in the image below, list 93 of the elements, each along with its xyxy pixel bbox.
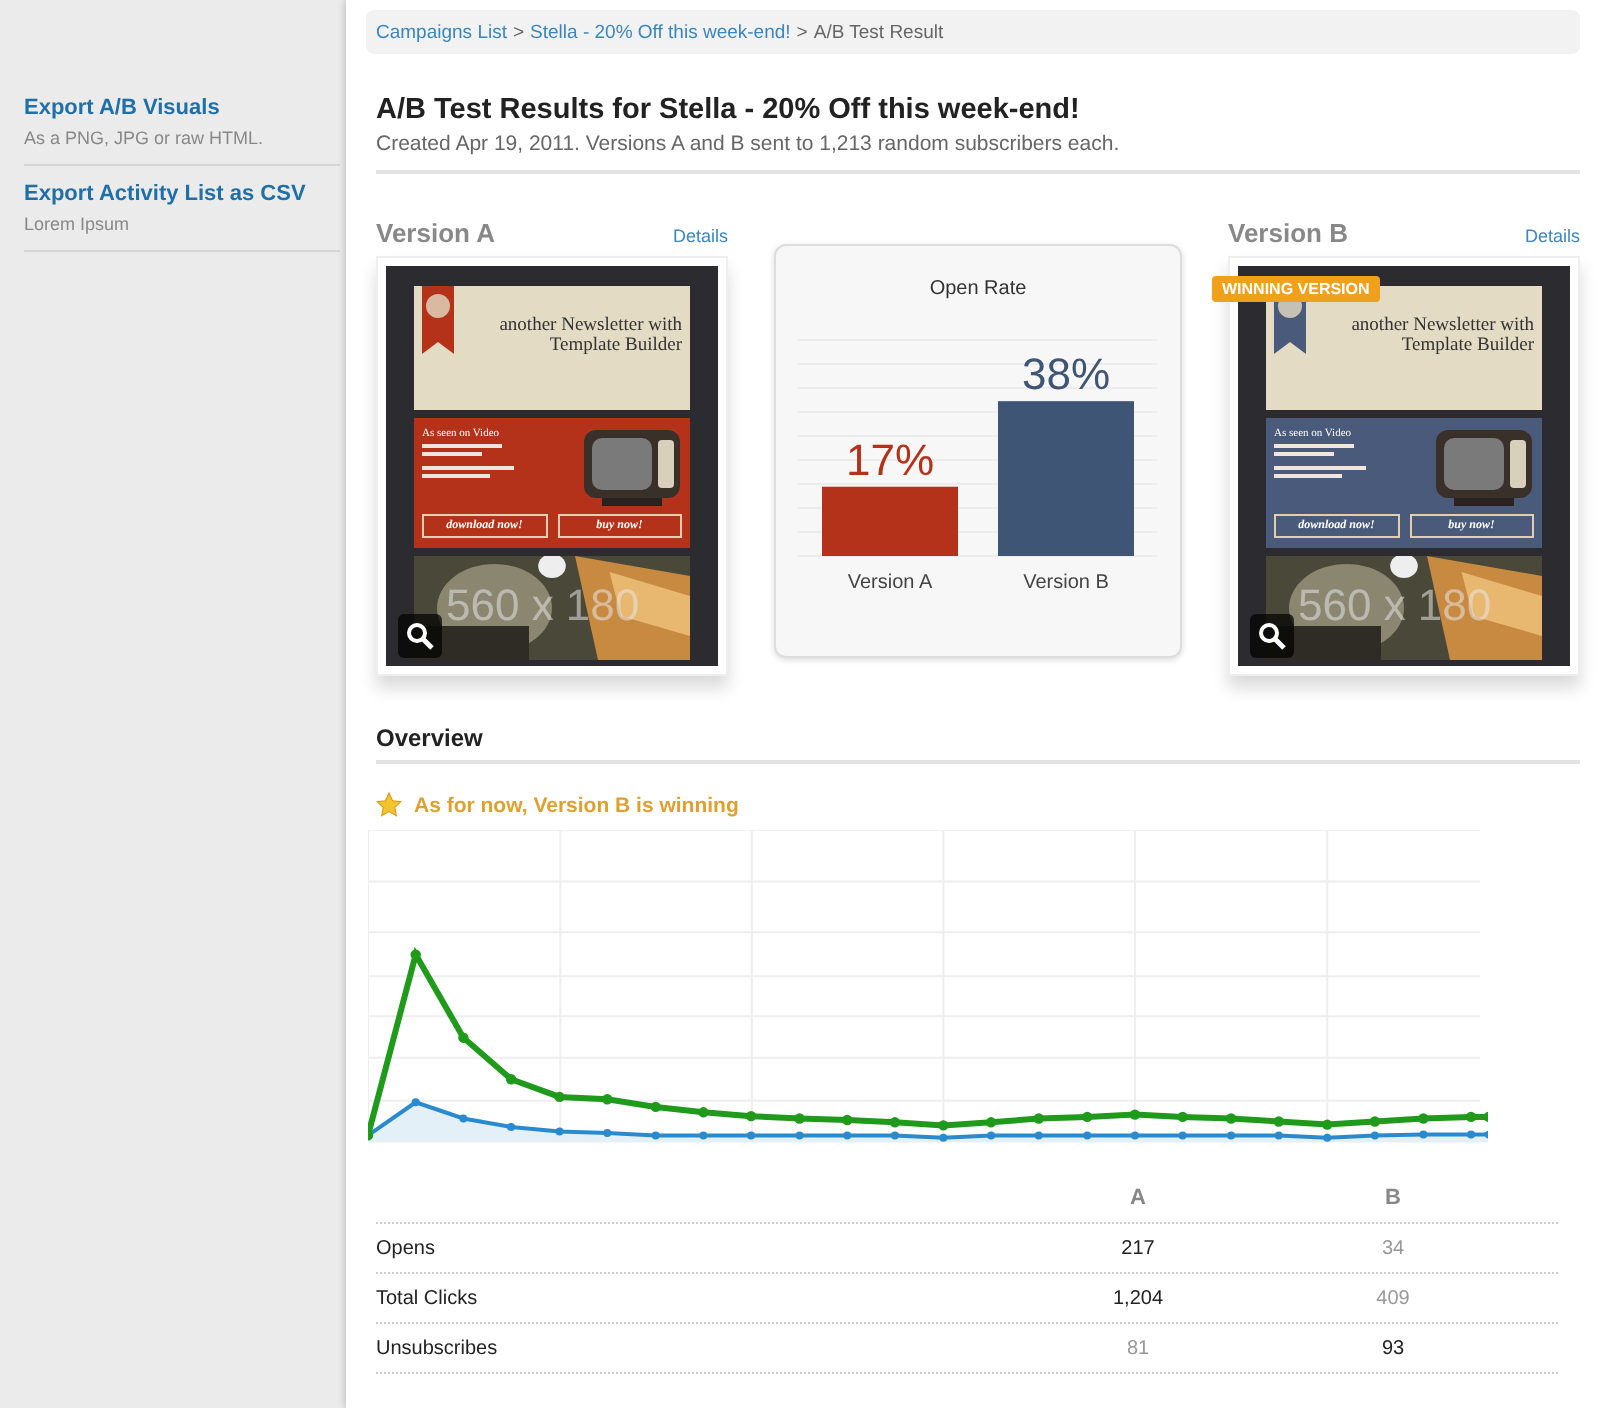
text-lines-drawing bbox=[1274, 440, 1366, 484]
sidebar-description: As a PNG, JPG or raw HTML. bbox=[24, 128, 266, 148]
search-icon bbox=[1258, 622, 1286, 650]
data-point bbox=[1129, 1109, 1141, 1120]
sidebar-description: Lorem Ipsum bbox=[24, 214, 132, 234]
data-point bbox=[368, 1130, 374, 1141]
winner-status: As for now, Version B is winning bbox=[414, 793, 739, 817]
section-heading: Overview bbox=[376, 724, 1580, 764]
table-cell: 1,204 bbox=[1112, 1287, 1164, 1309]
page-title: A/B Test Results for Stella - 20% Off this week-end! bbox=[376, 94, 1082, 126]
data-point bbox=[842, 1114, 853, 1126]
data-point bbox=[1273, 1116, 1284, 1127]
bar-label: Version A bbox=[847, 572, 933, 594]
breadcrumb-current: A/B Test Result bbox=[813, 21, 944, 43]
data-point bbox=[1178, 1131, 1187, 1140]
bar-value: 17% bbox=[845, 434, 935, 485]
data-point bbox=[1082, 1111, 1093, 1123]
winning-badge: WINNING VERSION bbox=[1212, 276, 1380, 302]
data-point bbox=[794, 1113, 805, 1124]
data-point bbox=[651, 1131, 660, 1140]
breadcrumb-link[interactable]: Stella - 20% Off this week-end! bbox=[530, 21, 791, 43]
data-point bbox=[1177, 1111, 1188, 1123]
data-point bbox=[602, 1094, 613, 1105]
data-point bbox=[890, 1131, 899, 1140]
television-icon bbox=[582, 428, 682, 508]
data-point bbox=[985, 1117, 997, 1128]
zoom-button[interactable] bbox=[398, 614, 442, 658]
row-label: Unsubscribes bbox=[376, 1337, 500, 1359]
data-point bbox=[698, 1107, 709, 1118]
table-cell: 81 bbox=[1126, 1337, 1150, 1359]
ribbon-icon bbox=[422, 286, 454, 354]
data-point bbox=[1034, 1131, 1043, 1140]
bar bbox=[822, 486, 958, 556]
data-point bbox=[795, 1131, 804, 1140]
data-point bbox=[1274, 1131, 1283, 1140]
data-point bbox=[1227, 1131, 1236, 1140]
table-cell: 34 bbox=[1381, 1237, 1405, 1259]
details-link[interactable]: Details bbox=[672, 226, 728, 246]
data-point bbox=[889, 1117, 901, 1128]
chart-title: Open Rate bbox=[929, 278, 1027, 300]
column-header: A bbox=[1130, 1186, 1146, 1210]
table-cell: 217 bbox=[1121, 1237, 1155, 1259]
data-point bbox=[1370, 1131, 1379, 1140]
row-label: Total Clicks bbox=[376, 1287, 480, 1309]
page-subtitle: Created Apr 19, 2011. Versions A and B sent to 1,213 random subscribers each. bbox=[376, 132, 1580, 174]
data-point bbox=[1419, 1130, 1428, 1139]
data-point bbox=[554, 1091, 565, 1103]
data-point bbox=[603, 1129, 612, 1138]
data-point bbox=[1322, 1119, 1333, 1130]
breadcrumb-separator: > bbox=[796, 21, 808, 43]
sidebar-link[interactable]: Export A/B Visuals bbox=[24, 96, 340, 120]
table-cell: 93 bbox=[1381, 1337, 1405, 1359]
data-point bbox=[1467, 1130, 1476, 1139]
version-title: Version B bbox=[1228, 218, 1348, 248]
data-point bbox=[1369, 1116, 1381, 1127]
data-point bbox=[745, 1110, 757, 1122]
data-point bbox=[747, 1131, 756, 1140]
details-link[interactable]: Details bbox=[1524, 226, 1580, 246]
data-point bbox=[650, 1101, 661, 1113]
column-header: B bbox=[1385, 1186, 1401, 1210]
data-point bbox=[410, 949, 421, 960]
zoom-button[interactable] bbox=[1250, 614, 1294, 658]
data-point bbox=[1225, 1113, 1237, 1124]
sidebar-link[interactable]: Export Activity List as CSV bbox=[24, 182, 340, 206]
data-point bbox=[459, 1114, 468, 1123]
newsletter-headline: another Newsletter with Template Builder bbox=[1349, 318, 1534, 356]
breadcrumb-separator: > bbox=[512, 21, 525, 43]
newsletter-headline: another Newsletter with Template Builder bbox=[497, 318, 682, 356]
data-point bbox=[699, 1131, 708, 1140]
version-title: Version A bbox=[376, 218, 495, 248]
breadcrumb-link[interactable]: Campaigns List bbox=[376, 21, 507, 43]
television-icon bbox=[1434, 428, 1534, 508]
data-point bbox=[1083, 1131, 1092, 1140]
text-lines-drawing bbox=[422, 440, 514, 484]
data-point bbox=[843, 1131, 852, 1140]
data-point bbox=[987, 1131, 996, 1140]
data-point bbox=[1418, 1113, 1429, 1124]
data-point bbox=[1483, 1111, 1488, 1123]
data-point bbox=[1323, 1133, 1332, 1142]
data-point bbox=[1465, 1111, 1477, 1123]
data-point bbox=[1130, 1131, 1139, 1140]
search-icon bbox=[406, 622, 434, 650]
bar-label: Version B bbox=[1023, 572, 1109, 594]
data-point bbox=[505, 1074, 517, 1085]
data-point bbox=[555, 1127, 564, 1136]
table-cell: 409 bbox=[1376, 1287, 1410, 1309]
data-point bbox=[458, 1032, 469, 1043]
data-point bbox=[507, 1122, 516, 1131]
bar-value: 38% bbox=[1021, 349, 1111, 400]
data-point bbox=[411, 1098, 420, 1107]
star-icon bbox=[376, 792, 402, 818]
row-label: Opens bbox=[376, 1237, 437, 1259]
data-point bbox=[1033, 1113, 1044, 1124]
